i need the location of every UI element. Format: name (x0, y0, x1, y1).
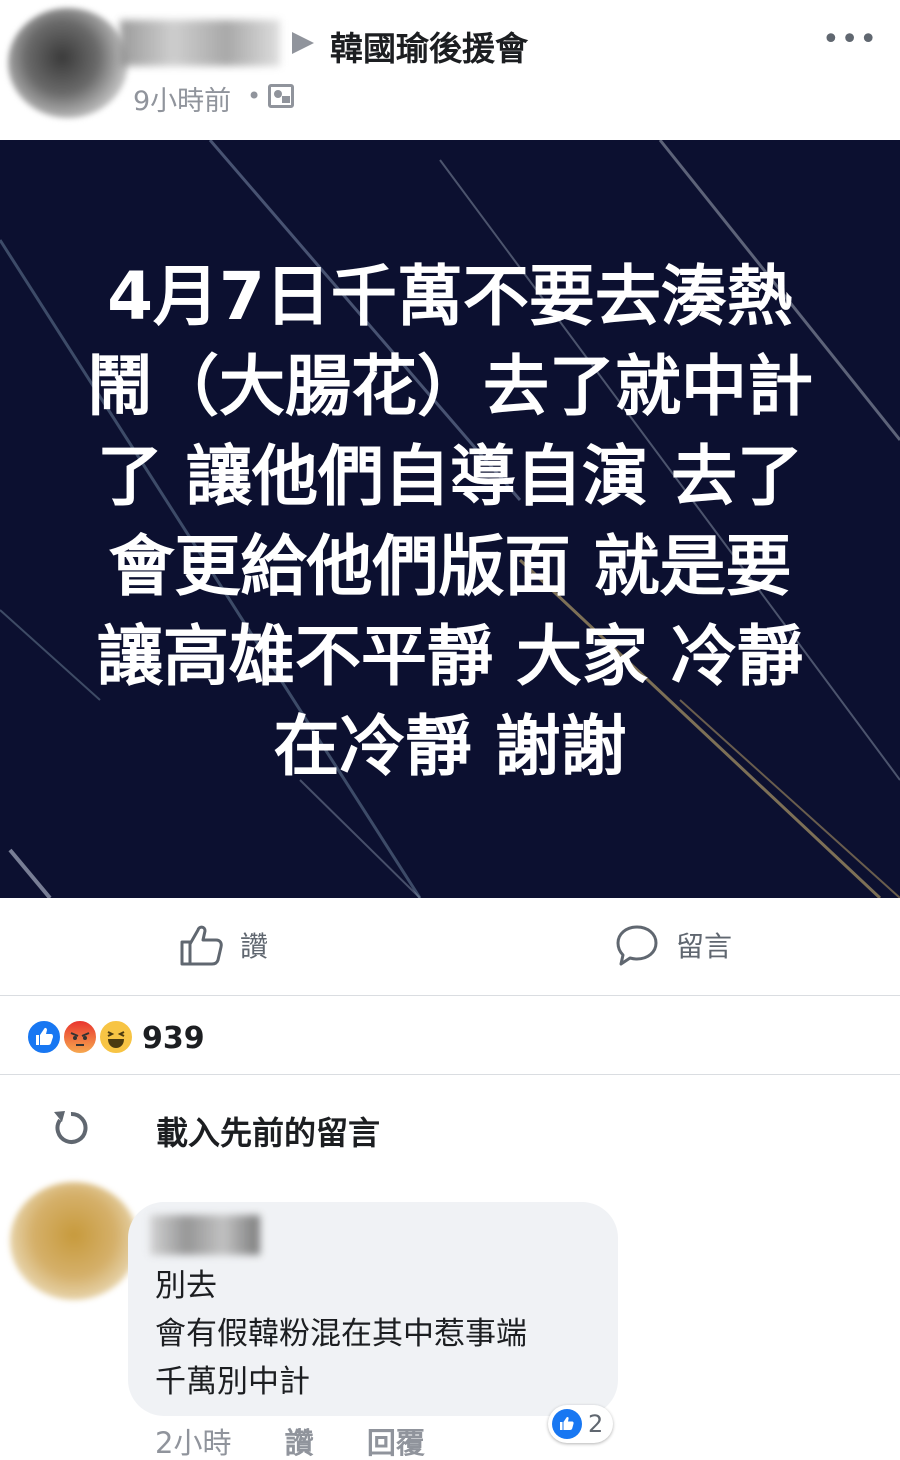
post-timestamp[interactable]: 9小時前 (133, 79, 231, 118)
reaction-summary[interactable]: 939 (0, 997, 900, 1075)
comment-label: 留言 (676, 930, 733, 963)
comment-reply-button[interactable]: 回覆 (367, 1426, 425, 1460)
like-button[interactable]: 讚 (178, 920, 268, 970)
image-text-line: 會更給他們版面 就是要 (108, 528, 792, 605)
triangle-right-icon (292, 32, 314, 54)
haha-reaction-icon (98, 1019, 134, 1055)
like-reaction-icon (26, 1019, 62, 1055)
group-name-link[interactable]: 韓國瑜後援會 (330, 22, 528, 70)
comment-reaction-badge[interactable]: 2 (548, 1405, 614, 1443)
photo-audience-icon (268, 84, 294, 108)
like-reaction-icon (552, 1409, 582, 1439)
comment-like-count: 2 (588, 1410, 604, 1438)
poster-name-redacted[interactable] (120, 20, 280, 66)
angry-reaction-icon (62, 1019, 98, 1055)
post-action-bar: 讚 留言 (0, 898, 900, 996)
comment-like-button[interactable]: 讚 (285, 1426, 314, 1460)
comment-line: 千萬別中計 (155, 1364, 310, 1400)
commenter-avatar[interactable] (10, 1182, 138, 1300)
like-label: 讚 (240, 930, 269, 963)
image-text-line: 在冷靜 謝謝 (273, 708, 627, 785)
speech-bubble-icon (616, 925, 658, 966)
comment-meta: 2小時 讚 回覆 (155, 1420, 469, 1460)
reaction-count: 939 (142, 1021, 205, 1056)
comment-time[interactable]: 2小時 (155, 1426, 231, 1460)
thumbs-up-icon (180, 925, 223, 966)
poster-avatar[interactable] (8, 8, 128, 118)
commenter-name-redacted[interactable] (150, 1215, 260, 1255)
comment-line: 會有假韓粉混在其中惹事端 (155, 1316, 527, 1352)
reaction-icons (26, 1019, 136, 1059)
reload-icon (54, 1111, 88, 1144)
comment-button[interactable]: 留言 (614, 920, 732, 970)
meta-separator: • (247, 82, 262, 110)
image-text-line: 讓高雄不平靜 大家 冷靜 (97, 618, 803, 695)
image-text-line: 了 讓他們自導自演 去了 (97, 438, 803, 515)
image-text-line: 4月7日千萬不要去湊熱 (107, 258, 793, 335)
post-header: 韓國瑜後援會 ••• 9小時前 • (0, 0, 900, 140)
image-text-line: 鬧（大腸花）去了就中計 (87, 348, 813, 425)
load-previous-label: 載入先前的留言 (156, 1114, 381, 1152)
load-previous-comments[interactable]: 載入先前的留言 (0, 1076, 900, 1176)
more-options-icon[interactable]: ••• (822, 25, 878, 55)
comment-text: 別去 會有假韓粉混在其中惹事端 千萬別中計 (155, 1262, 527, 1406)
post-image-text: 4月7日千萬不要去湊熱 鬧（大腸花）去了就中計 了 讓他們自導自演 去了 會更給… (0, 252, 900, 792)
comment-line: 別去 (155, 1268, 217, 1304)
post-image[interactable]: 4月7日千萬不要去湊熱 鬧（大腸花）去了就中計 了 讓他們自導自演 去了 會更給… (0, 140, 900, 898)
